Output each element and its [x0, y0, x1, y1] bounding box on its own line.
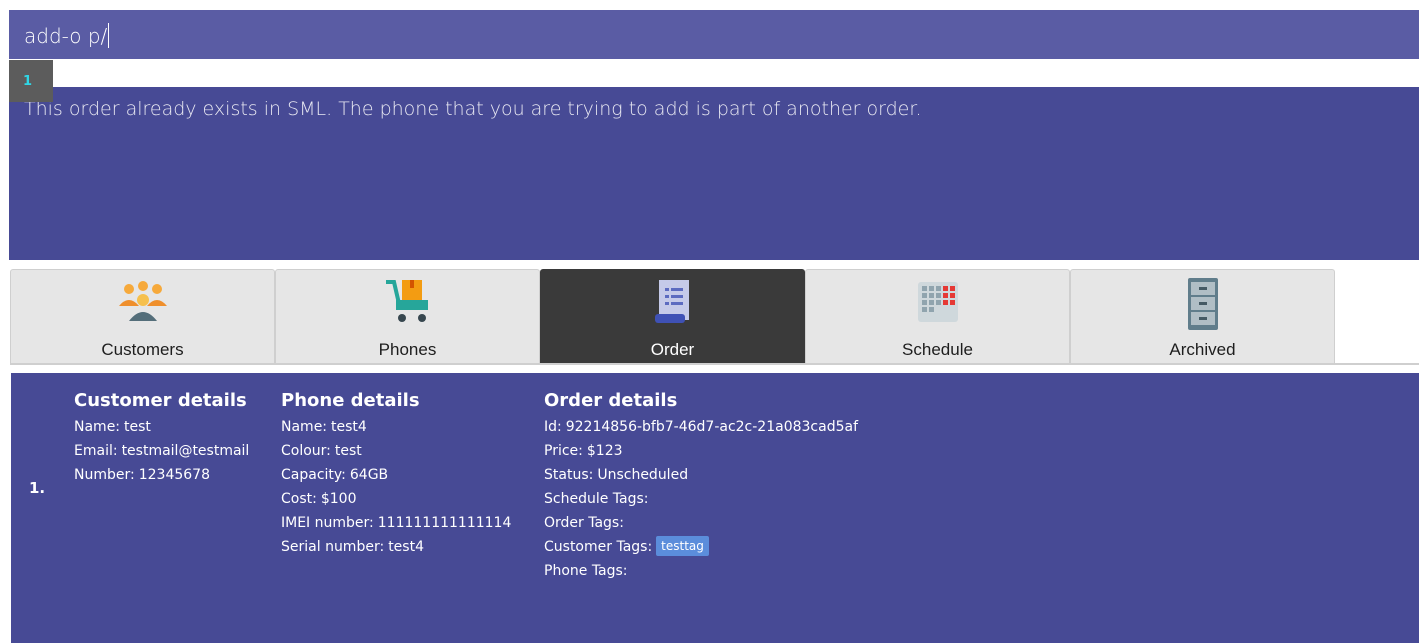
phone-cost: $100 [320, 491, 357, 507]
phone-serial-label: Serial number: [281, 539, 385, 555]
customer-name-label: Name: [74, 419, 121, 435]
customer-email: testmail@testmail [121, 443, 250, 459]
phone-serial: test4 [388, 539, 424, 555]
customer-tag: testtag [656, 536, 709, 556]
phone-cost-label: Cost: [281, 491, 317, 507]
tab-label: Phones [378, 340, 437, 359]
order-index: 1. [29, 479, 46, 497]
text-caret [108, 23, 110, 48]
order-tags-label: Order Tags: [544, 515, 624, 531]
order-id: 92214856-bfb7-46d7-ac2c-21a083cad5af [565, 419, 858, 435]
order-heading: Order details [544, 390, 678, 411]
phone-name: test4 [331, 419, 367, 435]
phone-details: Phone details Name: test4 Colour: test Cap… [281, 390, 511, 559]
tab-divider [10, 363, 1419, 365]
history-count-badge: 1 [9, 60, 53, 102]
tab-bar: Customers Phones Order Schedule Archived [10, 269, 1419, 364]
order-id-label: Id: [544, 419, 562, 435]
command-text: add-o p/ [24, 24, 108, 48]
phone-imei-label: IMEI number: [281, 515, 374, 531]
customer-details: Customer details Name: test Email: testmai… [74, 390, 249, 487]
tab-label: Archived [1169, 340, 1236, 359]
phone-colour-label: Colour: [281, 443, 331, 459]
tab-label: Order [650, 340, 695, 359]
customer-number: 12345678 [138, 467, 210, 483]
phone-capacity-label: Capacity: [281, 467, 346, 483]
order-price: $123 [586, 443, 623, 459]
phone-heading: Phone details [281, 390, 420, 411]
order-price-label: Price: [544, 443, 583, 459]
order-status-label: Status: [544, 467, 594, 483]
tab-label: Customers [101, 340, 184, 359]
customer-heading: Customer details [74, 390, 247, 411]
people-icon [11, 276, 274, 332]
tab-archived[interactable]: Archived [1070, 269, 1335, 364]
tab-phones[interactable]: Phones [275, 269, 540, 364]
phone-tags-label: Phone Tags: [544, 563, 628, 579]
phone-colour: test [334, 443, 362, 459]
schedule-tags-label: Schedule Tags: [544, 491, 649, 507]
order-status: Unscheduled [597, 467, 689, 483]
filing-cabinet-icon [1071, 276, 1334, 332]
calendar-icon [806, 276, 1069, 332]
order-details: Order details Id: 92214856-bfb7-46d7-ac2c… [544, 390, 858, 583]
customer-email-label: Email: [74, 443, 118, 459]
tab-schedule[interactable]: Schedule [805, 269, 1070, 364]
phone-capacity: 64GB [349, 467, 389, 483]
tab-label: Schedule [902, 340, 973, 359]
command-input[interactable]: add-o p/ [9, 10, 1419, 59]
customer-name: test [124, 419, 151, 435]
phone-name-label: Name: [281, 419, 328, 435]
customer-tags-label: Customer Tags: [544, 539, 653, 555]
customer-number-label: Number: [74, 467, 135, 483]
tab-customers[interactable]: Customers [10, 269, 275, 364]
receipt-icon [541, 276, 804, 332]
result-display: This order already exists in SML. The ph… [9, 87, 1419, 260]
shopping-cart-icon [276, 276, 539, 332]
tab-order[interactable]: Order [540, 269, 805, 364]
phone-imei: 111111111111114 [377, 515, 512, 531]
order-list: 1. Customer details Name: test Email: test… [11, 373, 1419, 643]
result-message: This order already exists in SML. The ph… [24, 98, 922, 120]
